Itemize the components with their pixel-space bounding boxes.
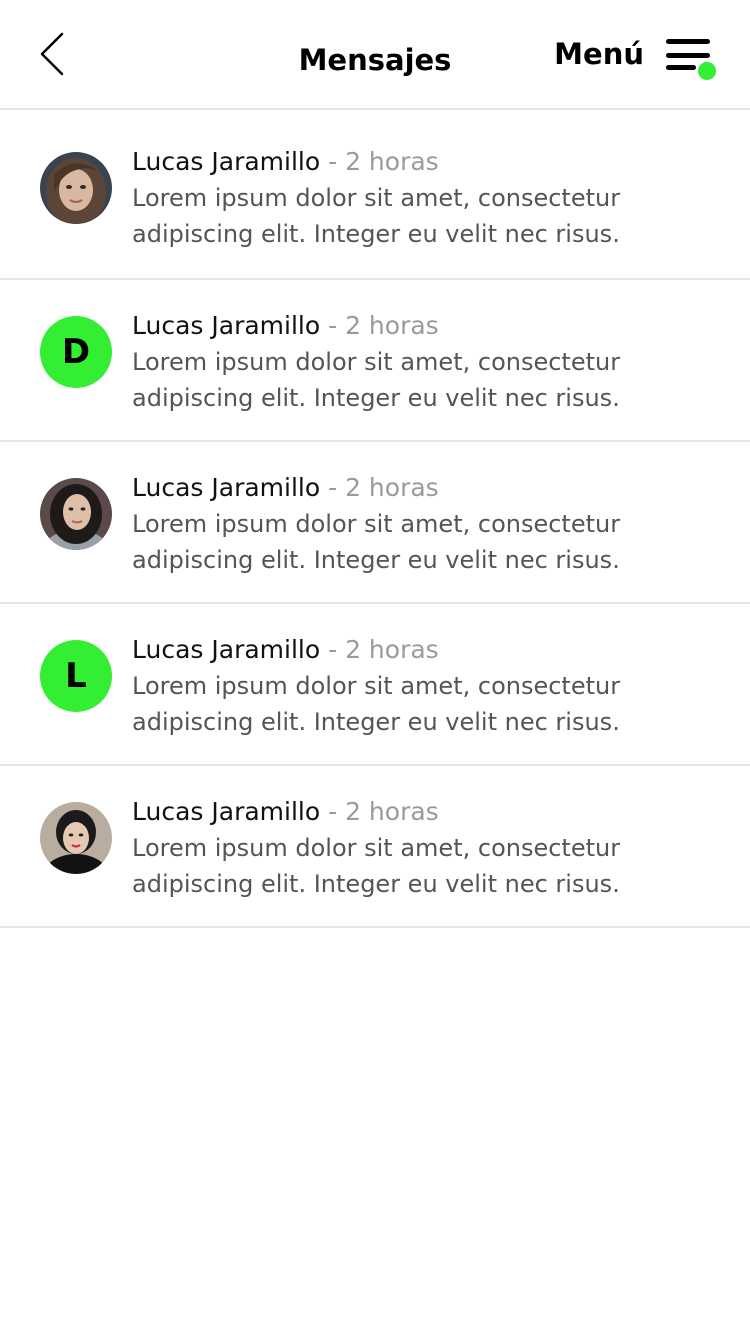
message-item[interactable]: Lucas Jaramillo - 2 horas Lorem ipsum do… xyxy=(0,766,750,928)
message-time: - 2 horas xyxy=(320,635,439,664)
message-header: Lucas Jaramillo - 2 horas xyxy=(132,308,722,344)
avatar: L xyxy=(40,640,112,712)
menu-bar xyxy=(666,65,696,70)
menu-button[interactable]: Menú xyxy=(554,34,720,84)
message-item[interactable]: D Lucas Jaramillo - 2 horas Lorem ipsum … xyxy=(0,280,750,442)
back-button[interactable] xyxy=(30,28,74,84)
message-preview-line: Lorem ipsum dolor sit amet, consectetur xyxy=(132,510,621,538)
message-preview-line: Lorem ipsum dolor sit amet, consectetur xyxy=(132,184,621,212)
message-header: Lucas Jaramillo - 2 horas xyxy=(132,470,722,506)
message-header: Lucas Jaramillo - 2 horas xyxy=(132,794,722,830)
message-item[interactable]: Lucas Jaramillo - 2 horas Lorem ipsum do… xyxy=(0,116,750,280)
message-preview-line: adipiscing elit. Integer eu velit nec ri… xyxy=(132,384,620,412)
message-time: - 2 horas xyxy=(320,147,439,176)
avatar-photo-icon xyxy=(40,802,112,874)
avatar-photo-icon xyxy=(40,152,112,224)
message-content: Lucas Jaramillo - 2 horas Lorem ipsum do… xyxy=(132,470,722,578)
chevron-left-icon xyxy=(40,32,64,76)
avatar-photo-icon xyxy=(40,478,112,550)
sender-name: Lucas Jaramillo xyxy=(132,797,321,826)
message-list: Lucas Jaramillo - 2 horas Lorem ipsum do… xyxy=(0,116,750,928)
message-content: Lucas Jaramillo - 2 horas Lorem ipsum do… xyxy=(132,632,722,740)
avatar xyxy=(40,478,112,550)
message-header: Lucas Jaramillo - 2 horas xyxy=(132,632,722,668)
message-content: Lucas Jaramillo - 2 horas Lorem ipsum do… xyxy=(132,794,722,902)
message-content: Lucas Jaramillo - 2 horas Lorem ipsum do… xyxy=(132,308,722,416)
message-preview-line: Lorem ipsum dolor sit amet, consectetur xyxy=(132,348,621,376)
notification-dot-icon xyxy=(696,60,718,82)
menu-bar xyxy=(666,39,710,44)
message-preview-line: adipiscing elit. Integer eu velit nec ri… xyxy=(132,870,620,898)
menu-label: Menú xyxy=(554,37,644,71)
message-preview-line: adipiscing elit. Integer eu velit nec ri… xyxy=(132,546,620,574)
sender-name: Lucas Jaramillo xyxy=(132,147,321,176)
sender-name: Lucas Jaramillo xyxy=(132,473,321,502)
menu-bar xyxy=(666,53,710,58)
hamburger-menu-icon xyxy=(664,34,720,84)
avatar xyxy=(40,802,112,874)
message-time: - 2 horas xyxy=(320,797,439,826)
message-preview-line: Lorem ipsum dolor sit amet, consectetur xyxy=(132,672,621,700)
message-item[interactable]: Lucas Jaramillo - 2 horas Lorem ipsum do… xyxy=(0,442,750,604)
avatar xyxy=(40,152,112,224)
message-preview-line: adipiscing elit. Integer eu velit nec ri… xyxy=(132,220,620,248)
avatar: D xyxy=(40,316,112,388)
message-content: Lucas Jaramillo - 2 horas Lorem ipsum do… xyxy=(132,144,722,252)
message-preview-line: Lorem ipsum dolor sit amet, consectetur xyxy=(132,834,621,862)
message-header: Lucas Jaramillo - 2 horas xyxy=(132,144,722,180)
message-time: - 2 horas xyxy=(320,311,439,340)
sender-name: Lucas Jaramillo xyxy=(132,311,321,340)
message-item[interactable]: L Lucas Jaramillo - 2 horas Lorem ipsum … xyxy=(0,604,750,766)
message-preview-line: adipiscing elit. Integer eu velit nec ri… xyxy=(132,708,620,736)
message-time: - 2 horas xyxy=(320,473,439,502)
top-bar: Mensajes Menú xyxy=(0,0,750,110)
sender-name: Lucas Jaramillo xyxy=(132,635,321,664)
